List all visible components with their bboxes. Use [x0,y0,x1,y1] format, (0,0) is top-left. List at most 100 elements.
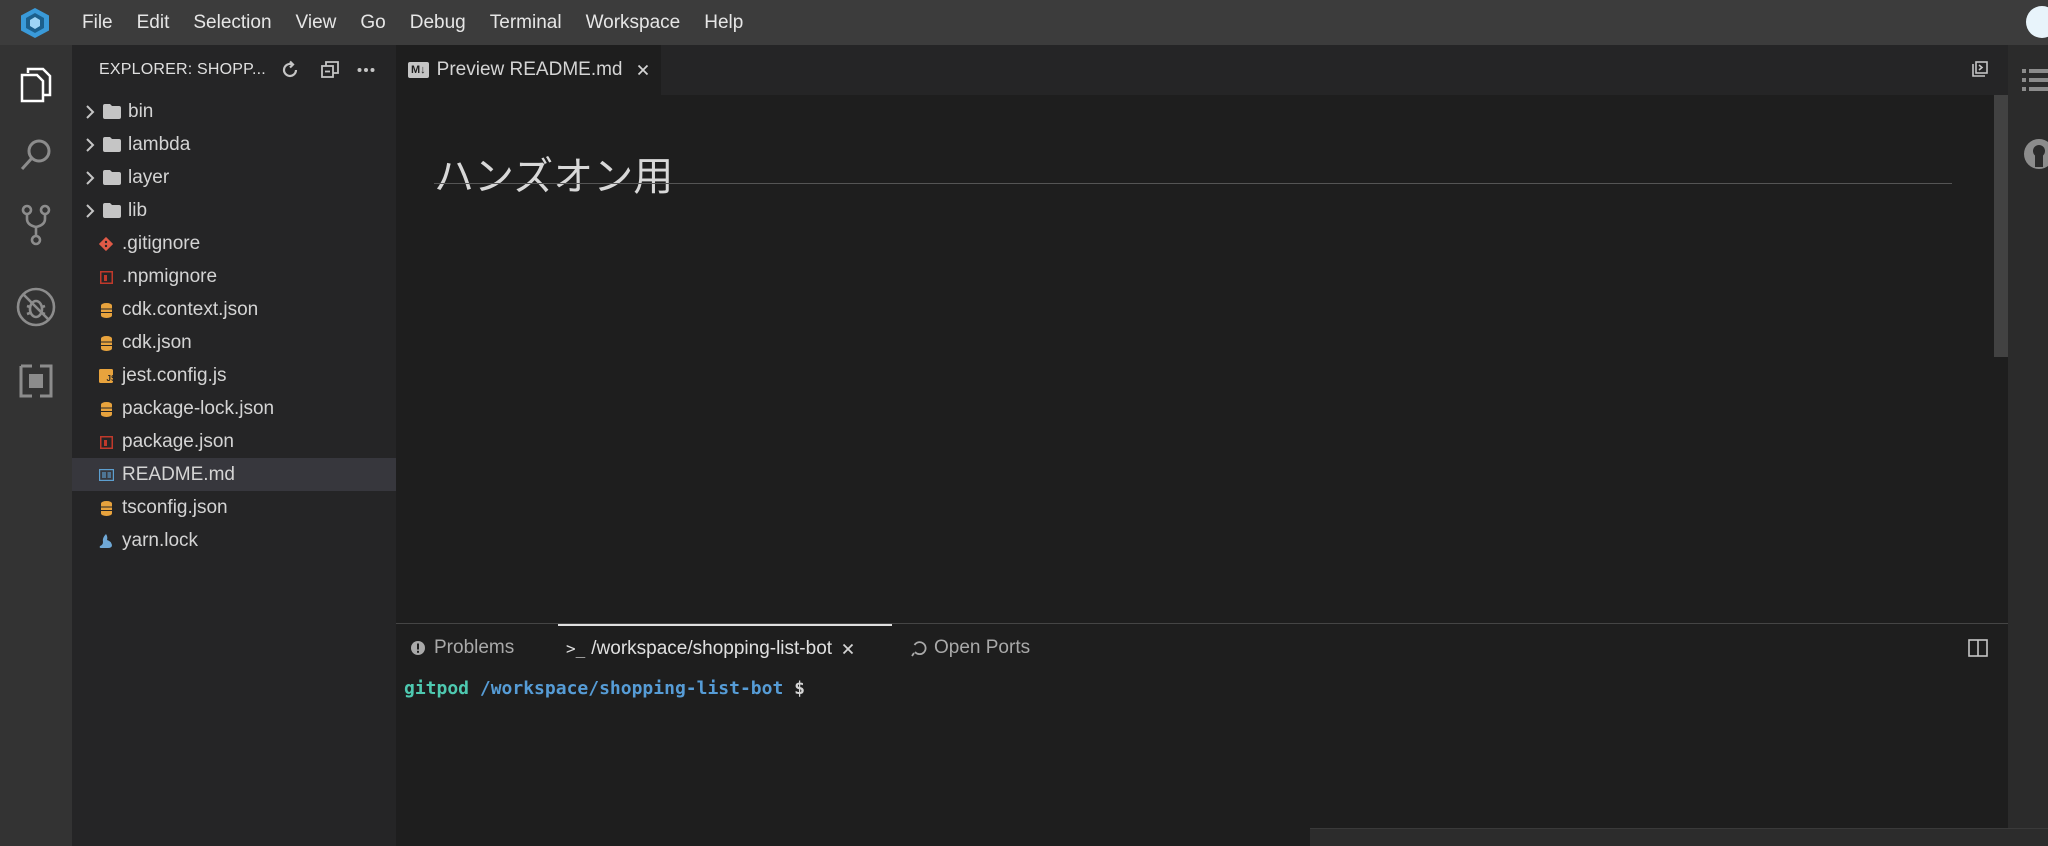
database-icon [98,500,114,516]
bottom-panel: Problems >_ /workspace/shopping-list-bot… [396,623,2008,846]
source-control-icon[interactable] [14,203,58,247]
folder-icon [103,203,121,218]
search-icon[interactable] [14,133,58,177]
tab-open-ports-label: Open Ports [934,636,1031,658]
chevron-right-icon [86,204,95,218]
close-icon[interactable] [635,62,651,78]
npm-icon [98,269,114,285]
database-icon [98,302,114,318]
tree-item-label: README.md [122,463,235,485]
terminal-prompt-symbol: $ [794,678,805,699]
folder-bin[interactable]: bin [72,95,396,128]
terminal-icon: >_ [566,639,586,658]
tree-item-label: .gitignore [122,232,201,254]
menu-edit[interactable]: Edit [125,0,182,45]
menu-workspace[interactable]: Workspace [574,0,693,45]
menu-terminal[interactable]: Terminal [478,0,574,45]
tab-terminal[interactable]: >_ /workspace/shopping-list-bot [558,624,892,671]
tree-item-label: jest.config.js [122,364,227,386]
panel-tabs: Problems >_ /workspace/shopping-list-bot… [396,624,2008,671]
markdown-icon [98,467,114,483]
markdown-preview-icon: M↓ [408,62,429,78]
tab-problems[interactable]: Problems [410,624,514,671]
scrollbar-thumb[interactable] [1994,95,2008,357]
menubar: File Edit Selection View Go Debug Termin… [0,0,2048,45]
outline-icon[interactable] [2022,67,2048,98]
ports-icon [911,640,927,656]
tree-item-label: .npmignore [122,265,218,287]
file-package-json[interactable]: package.json [72,425,396,458]
file-readme-md[interactable]: README.md [72,458,396,491]
menu-go[interactable]: Go [348,0,397,45]
folder-layer[interactable]: layer [72,161,396,194]
file-gitignore[interactable]: .gitignore [72,227,396,260]
tree-item-label: lib [128,199,148,221]
folder-lib[interactable]: lib [72,194,396,227]
folder-lambda[interactable]: lambda [72,128,396,161]
git-icon [98,236,114,252]
tree-item-label: tsconfig.json [122,496,228,518]
markdown-preview: ハンズオン用 [396,95,2008,623]
explorer-icon[interactable] [14,63,58,107]
file-npmignore[interactable]: .npmignore [72,260,396,293]
preview-heading: ハンズオン用 [434,154,674,199]
app-logo-icon [0,0,70,45]
collapse-all-icon[interactable] [318,58,342,82]
yarn-icon [98,533,114,549]
open-source-icon[interactable] [1968,57,1992,81]
database-icon [98,335,114,351]
file-cdk-json[interactable]: cdk.json [72,326,396,359]
file-tree: bin lambda layer lib .gitignore .npmigno… [72,95,396,557]
tree-item-label: package-lock.json [122,397,275,419]
right-side-bar [2008,45,2048,846]
activity-bar [0,45,72,846]
close-icon[interactable] [842,643,854,655]
tree-item-label: yarn.lock [122,529,199,551]
npm-icon [98,434,114,450]
refresh-icon[interactable] [278,58,302,82]
chevron-right-icon [86,138,95,152]
tree-item-label: bin [128,100,154,122]
tab-preview-readme[interactable]: M↓ Preview README.md [396,45,661,95]
file-jest-config-js[interactable]: JS jest.config.js [72,359,396,392]
tree-item-label: lambda [128,133,191,155]
menu-debug[interactable]: Debug [398,0,478,45]
file-yarn-lock[interactable]: yarn.lock [72,524,396,557]
explorer-sidebar: EXPLORER: SHOPP... bin lambda layer lib … [72,45,396,846]
file-package-lock-json[interactable]: package-lock.json [72,392,396,425]
terminal-path: /workspace/shopping-list-bot [479,678,784,699]
js-icon: JS [98,368,114,384]
chevron-right-icon [86,171,95,185]
terminal-user: gitpod [404,678,470,699]
tab-terminal-label: /workspace/shopping-list-bot [591,637,833,659]
file-cdk-context-json[interactable]: cdk.context.json [72,293,396,326]
svg-text:JS: JS [107,374,114,383]
menu-selection[interactable]: Selection [181,0,283,45]
tree-item-label: cdk.json [122,331,192,353]
editor-tab-bar: M↓ Preview README.md [396,45,2008,95]
folder-icon [103,137,121,152]
menu-file[interactable]: File [70,0,125,45]
explorer-header: EXPLORER: SHOPP... [72,45,396,95]
more-actions-icon[interactable] [354,58,378,82]
file-tsconfig-json[interactable]: tsconfig.json [72,491,396,524]
tree-item-label: package.json [122,430,234,452]
problems-icon [411,640,425,655]
tab-problems-label: Problems [434,636,515,658]
tab-open-ports[interactable]: Open Ports [910,624,1030,671]
menu-view[interactable]: View [284,0,349,45]
split-panel-icon[interactable] [1966,636,1990,660]
database-icon [98,401,114,417]
tree-item-label: layer [128,166,170,188]
debug-icon[interactable] [14,285,58,329]
folder-icon [103,170,121,185]
chevron-right-icon [86,105,95,119]
menu: File Edit Selection View Go Debug Termin… [70,0,755,45]
extensions-icon[interactable] [14,359,58,403]
folder-icon [103,104,121,119]
github-icon[interactable] [2022,137,2048,176]
terminal-prompt[interactable]: gitpod /workspace/shopping-list-bot $ [404,678,805,699]
heading-rule [434,183,1952,184]
status-bar-fragment [1310,828,2048,846]
menu-help[interactable]: Help [692,0,755,45]
